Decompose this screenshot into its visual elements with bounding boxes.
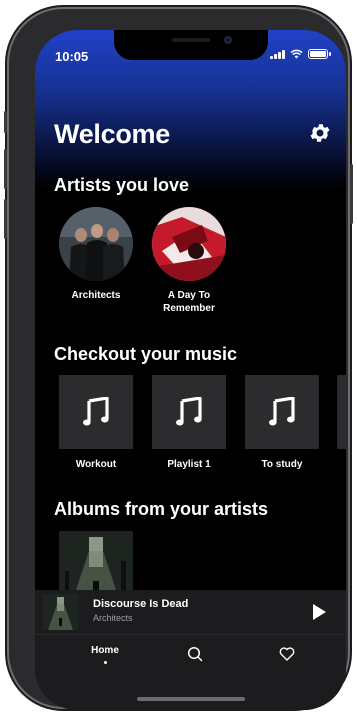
power-button — [350, 164, 353, 224]
playlist-tile-workout[interactable]: Workout — [59, 375, 133, 470]
heart-icon — [279, 647, 295, 661]
notch — [114, 30, 268, 60]
now-playing-bar[interactable]: Discourse Is Dead Architects — [35, 590, 346, 634]
artist-avatar-architects — [59, 207, 133, 281]
battery-icon — [308, 49, 331, 59]
playlist-cover — [245, 375, 319, 449]
playlist-name: To study — [261, 459, 303, 470]
tab-search[interactable] — [165, 646, 225, 667]
wifi-icon — [290, 49, 303, 59]
playlist-cover — [152, 375, 226, 449]
active-tab-indicator — [103, 661, 107, 664]
volume-up-button — [4, 149, 7, 189]
now-playing-artist: Architects — [93, 613, 133, 623]
artist-card-architects[interactable]: Architects — [51, 207, 141, 302]
tab-favorites[interactable] — [257, 647, 317, 666]
artists-section-title: Artists you love — [54, 175, 190, 195]
artist-name: A Day To Remember — [163, 290, 215, 314]
screen: 10:05 Welcome Artists you love Architect… — [35, 30, 346, 710]
now-playing-title: Discourse Is Dead — [93, 598, 189, 610]
tab-home[interactable]: Home — [75, 645, 135, 664]
home-indicator[interactable] — [137, 697, 245, 701]
page-title: Welcome — [54, 119, 170, 149]
artist-card-a-day-to-remember[interactable]: A Day To Remember — [144, 207, 234, 315]
speaker-grille — [172, 38, 210, 42]
playlist-name: Playlist 1 — [167, 459, 211, 470]
status-time: 10:05 — [55, 49, 89, 64]
music-note-icon — [83, 397, 109, 426]
playlist-name: Workout — [75, 459, 117, 470]
albums-section-title: Albums from your artists — [54, 499, 269, 519]
now-playing-artwork — [43, 594, 79, 630]
front-camera — [224, 36, 232, 44]
play-icon[interactable] — [310, 602, 328, 622]
music-note-icon — [176, 397, 202, 426]
tab-home-label: Home — [91, 645, 119, 656]
playlist-tile-partial[interactable] — [337, 375, 346, 449]
cellular-signal-icon — [270, 49, 285, 59]
phone-frame: 10:05 Welcome Artists you love Architect… — [4, 9, 353, 710]
volume-down-button — [4, 199, 7, 239]
artist-avatar-a-day-to-remember — [152, 207, 226, 281]
playlist-tile-to-study[interactable]: To study — [245, 375, 319, 470]
music-note-icon — [269, 397, 295, 426]
gear-icon[interactable] — [308, 121, 332, 145]
mute-switch — [4, 111, 7, 133]
status-icons — [270, 49, 331, 59]
artist-name: Architects — [71, 290, 121, 301]
playlist-tile-playlist-1[interactable]: Playlist 1 — [152, 375, 226, 470]
search-icon — [187, 646, 203, 662]
music-section-title: Checkout your music — [54, 344, 238, 364]
playlist-cover — [59, 375, 133, 449]
